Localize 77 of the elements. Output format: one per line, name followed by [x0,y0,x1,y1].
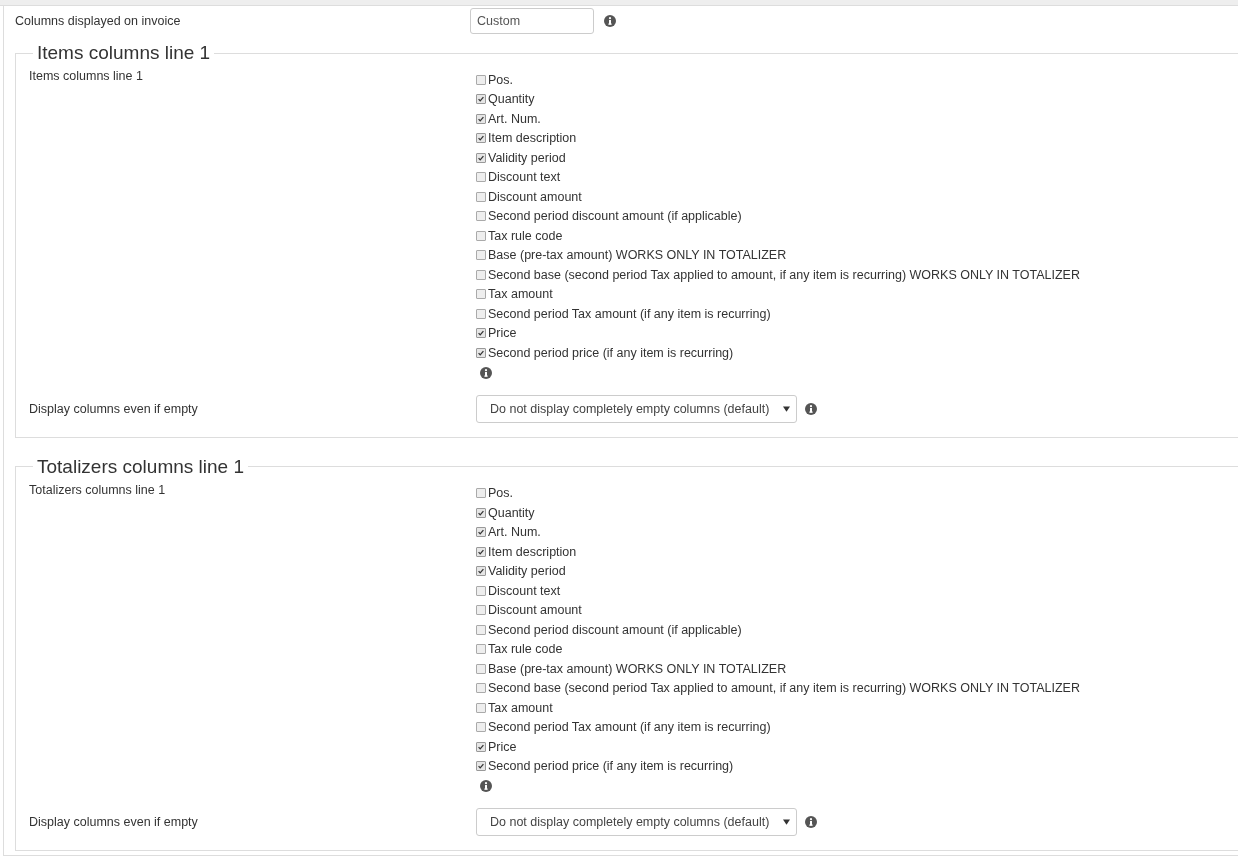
checkbox[interactable] [476,152,486,163]
option-label: Tax rule code [488,228,563,243]
checkbox[interactable] [476,722,486,733]
info-icon [805,816,818,828]
option-label: Second period Tax amount (if any item is recurring) [488,306,771,321]
info-icon [480,780,492,792]
field-label: Totalizers columns line 1 [29,481,167,499]
caret-icon [783,819,791,825]
checkbox[interactable] [476,133,486,144]
option-label: Discount amount [488,603,582,618]
option-label: Item description [488,131,577,146]
option-label: Base (pre-tax amount) WORKS ONLY IN TOTALIZER [488,248,787,263]
option-label: Price [488,739,517,754]
section-title: Items columns line 1 [36,41,212,65]
info-icon [480,366,492,379]
option-label: Second base (second period Tax applied to amount, if any item is recurring) WORKS ONLY IN TOTALIZER [488,681,1080,696]
checkbox[interactable] [476,683,486,694]
option-label: Tax amount [488,287,553,302]
field-label: Display columns even if empty [29,815,199,829]
option-label: Second period price (if any item is recurring) [488,345,734,360]
checkbox[interactable] [476,624,486,635]
checkbox[interactable] [476,172,486,183]
option-label: Discount amount [488,189,582,204]
checkbox[interactable] [476,289,486,300]
option-label: Tax rule code [488,642,563,657]
option-label: Item description [488,544,577,559]
option-label: Quantity [488,92,535,107]
checkbox[interactable] [476,250,486,261]
checkbox[interactable] [476,566,486,577]
checkbox[interactable] [476,74,486,85]
field-label: Items columns line 1 [29,68,144,85]
info-icon [805,402,818,415]
option-label: Second base (second period Tax applied to amount, if any item is recurring) WORKS ONLY IN TOTALIZER [488,267,1080,282]
checkbox[interactable] [476,308,486,319]
option-label: Art. Num. [488,111,541,126]
checkbox[interactable] [476,761,486,772]
option-label: Base (pre-tax amount) WORKS ONLY IN TOTALIZER [488,661,787,676]
option-label: Pos. [488,72,513,87]
option-label: Second period discount amount (if applicable) [488,209,742,224]
checkbox[interactable] [476,741,486,752]
checkbox[interactable] [476,94,486,105]
option-label: Pos. [488,486,513,501]
option-label: Tax amount [488,700,553,715]
option-label: Validity period [488,150,566,165]
caret-icon [783,405,791,412]
checkbox[interactable] [476,585,486,596]
select-field[interactable]: Custom [470,8,594,34]
option-label: Second period discount amount (if applicable) [488,622,742,637]
select-field[interactable]: Do not display completely empty columns (default) [476,808,798,836]
setting-label: Columns displayed on invoice [15,14,182,28]
field-label: Display columns even if empty [29,401,199,416]
checkbox[interactable] [476,211,486,222]
checkbox[interactable] [476,113,486,124]
checkbox[interactable] [476,507,486,518]
checkbox[interactable] [476,488,486,499]
select-field[interactable]: Do not display completely empty columns (default) [476,394,798,423]
checkbox[interactable] [476,230,486,241]
checkbox[interactable] [476,328,486,339]
checkbox[interactable] [476,644,486,655]
option-label: Art. Num. [488,525,541,540]
option-label: Validity period [488,564,566,579]
section-title: Totalizers columns line 1 [36,454,245,479]
checkbox[interactable] [476,191,486,202]
option-label: Price [488,326,517,341]
checkbox[interactable] [476,663,486,674]
checkbox[interactable] [476,527,486,538]
checkbox[interactable] [476,546,486,557]
option-label: Discount text [488,583,561,598]
option-label: Discount text [488,170,561,185]
checkbox[interactable] [476,269,486,280]
checkbox[interactable] [476,702,486,713]
info-icon [604,15,616,27]
checkbox[interactable] [476,605,486,616]
option-label: Quantity [488,505,535,520]
option-label: Second period Tax amount (if any item is recurring) [488,720,771,735]
option-label: Second period price (if any item is recurring) [488,759,734,774]
checkbox[interactable] [476,347,486,358]
